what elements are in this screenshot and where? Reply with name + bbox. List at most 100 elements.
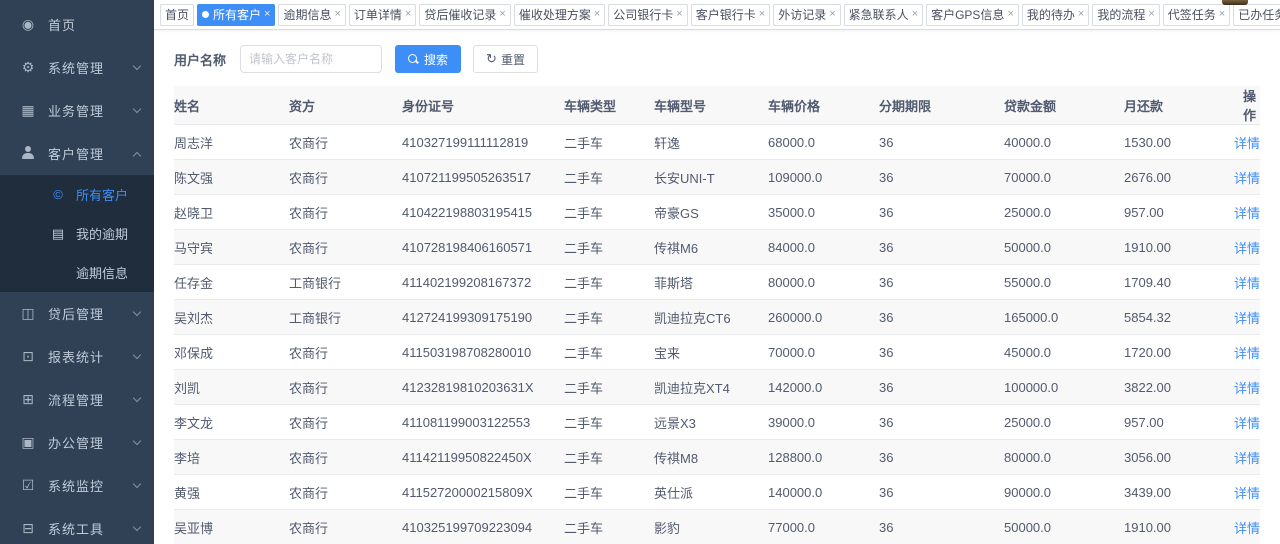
tab-emergency-contacts[interactable]: 紧急联系人 × <box>844 4 923 26</box>
sidebar-item-home[interactable]: ◉ 首页 <box>0 3 154 46</box>
tab-home[interactable]: 首页 <box>160 4 194 26</box>
sidebar-item-loan-mgmt[interactable]: ◫ 贷后管理 <box>0 292 154 335</box>
sidebar-item-label: 贷后管理 <box>48 304 134 323</box>
tab-label: 我的待办 <box>1027 6 1075 23</box>
tab-collection-plan[interactable]: 催收处理方案 × <box>514 4 605 26</box>
close-icon[interactable]: × <box>1148 9 1154 20</box>
tab-visit-records[interactable]: 外访记录 × <box>773 4 840 26</box>
cell-loan-amount: 45000.0 <box>1004 335 1124 370</box>
tab-collection-records[interactable]: 贷后催收记录 × <box>419 4 510 26</box>
detail-link[interactable]: 详情 <box>1234 416 1260 431</box>
tab-my-process[interactable]: 我的流程 × <box>1092 4 1159 26</box>
close-icon[interactable]: × <box>1007 9 1013 20</box>
tab-overdue-info[interactable]: 逾期信息 × <box>278 4 345 26</box>
tab-label: 首页 <box>165 6 189 23</box>
reset-button[interactable]: ↻ 重置 <box>473 45 538 73</box>
tab-done-tasks[interactable]: 已办任务 × <box>1233 4 1280 26</box>
close-icon[interactable]: × <box>594 9 600 20</box>
tab-sign-tasks[interactable]: 代签任务 × <box>1163 4 1230 26</box>
close-icon[interactable]: × <box>499 9 505 20</box>
close-icon[interactable]: × <box>405 9 411 20</box>
chevron-down-icon <box>133 394 141 402</box>
close-icon[interactable]: × <box>829 9 835 20</box>
cell-vehicle-model: 传祺M6 <box>654 230 768 265</box>
detail-link[interactable]: 详情 <box>1234 171 1260 186</box>
detail-link[interactable]: 详情 <box>1234 346 1260 361</box>
book-lines-icon: ▤ <box>50 226 66 242</box>
tab-label: 代签任务 <box>1168 6 1216 23</box>
avatar-partial-icon <box>1222 0 1248 5</box>
monitor-check-icon: ☑ <box>20 477 36 494</box>
tab-label: 逾期信息 <box>283 6 331 23</box>
close-icon[interactable]: × <box>1078 9 1084 20</box>
close-icon[interactable]: × <box>1219 9 1225 20</box>
tab-label: 催收处理方案 <box>519 6 591 23</box>
col-header-term: 分期期限 <box>879 86 1004 125</box>
cell-funder: 农商行 <box>289 510 402 544</box>
cell-funder: 农商行 <box>289 440 402 475</box>
sidebar-item-office-mgmt[interactable]: ▣ 办公管理 <box>0 421 154 464</box>
sidebar-item-system-mgmt[interactable]: ⚙ 系统管理 <box>0 46 154 89</box>
detail-link[interactable]: 详情 <box>1234 241 1260 256</box>
detail-link[interactable]: 详情 <box>1234 136 1260 151</box>
tab-all-customers[interactable]: 所有客户 × <box>197 4 275 26</box>
table-row: 吴亚博农商行410325199709223094二手车影豹77000.03650… <box>174 510 1260 544</box>
detail-link[interactable]: 详情 <box>1234 486 1260 501</box>
sidebar-item-overdue-info[interactable]: 逾期信息 <box>0 253 154 292</box>
sidebar-item-process-mgmt[interactable]: ⊞ 流程管理 <box>0 378 154 421</box>
detail-link[interactable]: 详情 <box>1234 276 1260 291</box>
cell-vehicle-model: 传祺M8 <box>654 440 768 475</box>
cell-vehicle-type: 二手车 <box>564 230 654 265</box>
close-icon[interactable]: × <box>334 9 340 20</box>
sidebar-item-all-customers[interactable]: © 所有客户 <box>0 175 154 214</box>
cell-actions: 详情 <box>1234 475 1260 510</box>
sidebar-item-system-tools[interactable]: ⊟ 系统工具 <box>0 507 154 544</box>
cell-monthly-payment: 957.00 <box>1124 195 1234 230</box>
table-row: 陈文强农商行410721199505263517二手车长安UNI-T109000… <box>174 160 1260 195</box>
customer-name-input[interactable] <box>240 45 382 73</box>
cell-funder: 工商银行 <box>289 265 402 300</box>
cell-vehicle-price: 70000.0 <box>768 335 879 370</box>
detail-link[interactable]: 详情 <box>1234 521 1260 536</box>
cell-id-number: 412724199309175190 <box>402 300 564 335</box>
tab-company-bank-card[interactable]: 公司银行卡 × <box>608 4 687 26</box>
dashboard-icon: ◉ <box>20 16 36 33</box>
detail-link[interactable]: 详情 <box>1234 451 1260 466</box>
chevron-down-icon <box>133 351 141 359</box>
cell-id-number: 411402199208167372 <box>402 265 564 300</box>
close-icon[interactable]: × <box>759 9 765 20</box>
col-header-actions: 操作 <box>1234 86 1260 125</box>
cell-vehicle-model: 英仕派 <box>654 475 768 510</box>
sidebar-item-customer-mgmt[interactable]: 客户管理 <box>0 132 154 175</box>
cell-actions: 详情 <box>1234 125 1260 160</box>
cell-term: 36 <box>879 510 1004 544</box>
sidebar-item-business-mgmt[interactable]: ▦ 业务管理 <box>0 89 154 132</box>
close-icon[interactable]: × <box>264 9 270 20</box>
close-icon[interactable]: × <box>912 9 918 20</box>
search-button[interactable]: 搜索 <box>395 45 461 73</box>
detail-link[interactable]: 详情 <box>1234 206 1260 221</box>
tab-customer-bank-card[interactable]: 客户银行卡 × <box>691 4 770 26</box>
cell-loan-amount: 165000.0 <box>1004 300 1124 335</box>
detail-link[interactable]: 详情 <box>1234 381 1260 396</box>
sidebar-item-report-stats[interactable]: ⊡ 报表统计 <box>0 335 154 378</box>
cell-monthly-payment: 1720.00 <box>1124 335 1234 370</box>
cell-term: 36 <box>879 300 1004 335</box>
sidebar-item-system-monitor[interactable]: ☑ 系统监控 <box>0 464 154 507</box>
table-row: 赵晓卫农商行410422198803195415二手车帝豪GS35000.036… <box>174 195 1260 230</box>
table-row: 黄强农商行41152720000215809X二手车英仕派140000.0369… <box>174 475 1260 510</box>
chevron-down-icon <box>133 480 141 488</box>
cell-name: 黄强 <box>174 475 289 510</box>
cell-actions: 详情 <box>1234 265 1260 300</box>
close-icon[interactable]: × <box>676 9 682 20</box>
tab-customer-gps-info[interactable]: 客户GPS信息 × <box>926 4 1019 26</box>
sidebar-item-my-overdue[interactable]: ▤ 我的逾期 <box>0 214 154 253</box>
tab-my-todo[interactable]: 我的待办 × <box>1022 4 1089 26</box>
reset-button-label: 重置 <box>501 51 525 68</box>
tab-order-details[interactable]: 订单详情 × <box>349 4 416 26</box>
detail-link[interactable]: 详情 <box>1234 311 1260 326</box>
chevron-down-icon <box>133 523 141 531</box>
cell-term: 36 <box>879 160 1004 195</box>
cell-actions: 详情 <box>1234 195 1260 230</box>
cell-name: 吴刘杰 <box>174 300 289 335</box>
